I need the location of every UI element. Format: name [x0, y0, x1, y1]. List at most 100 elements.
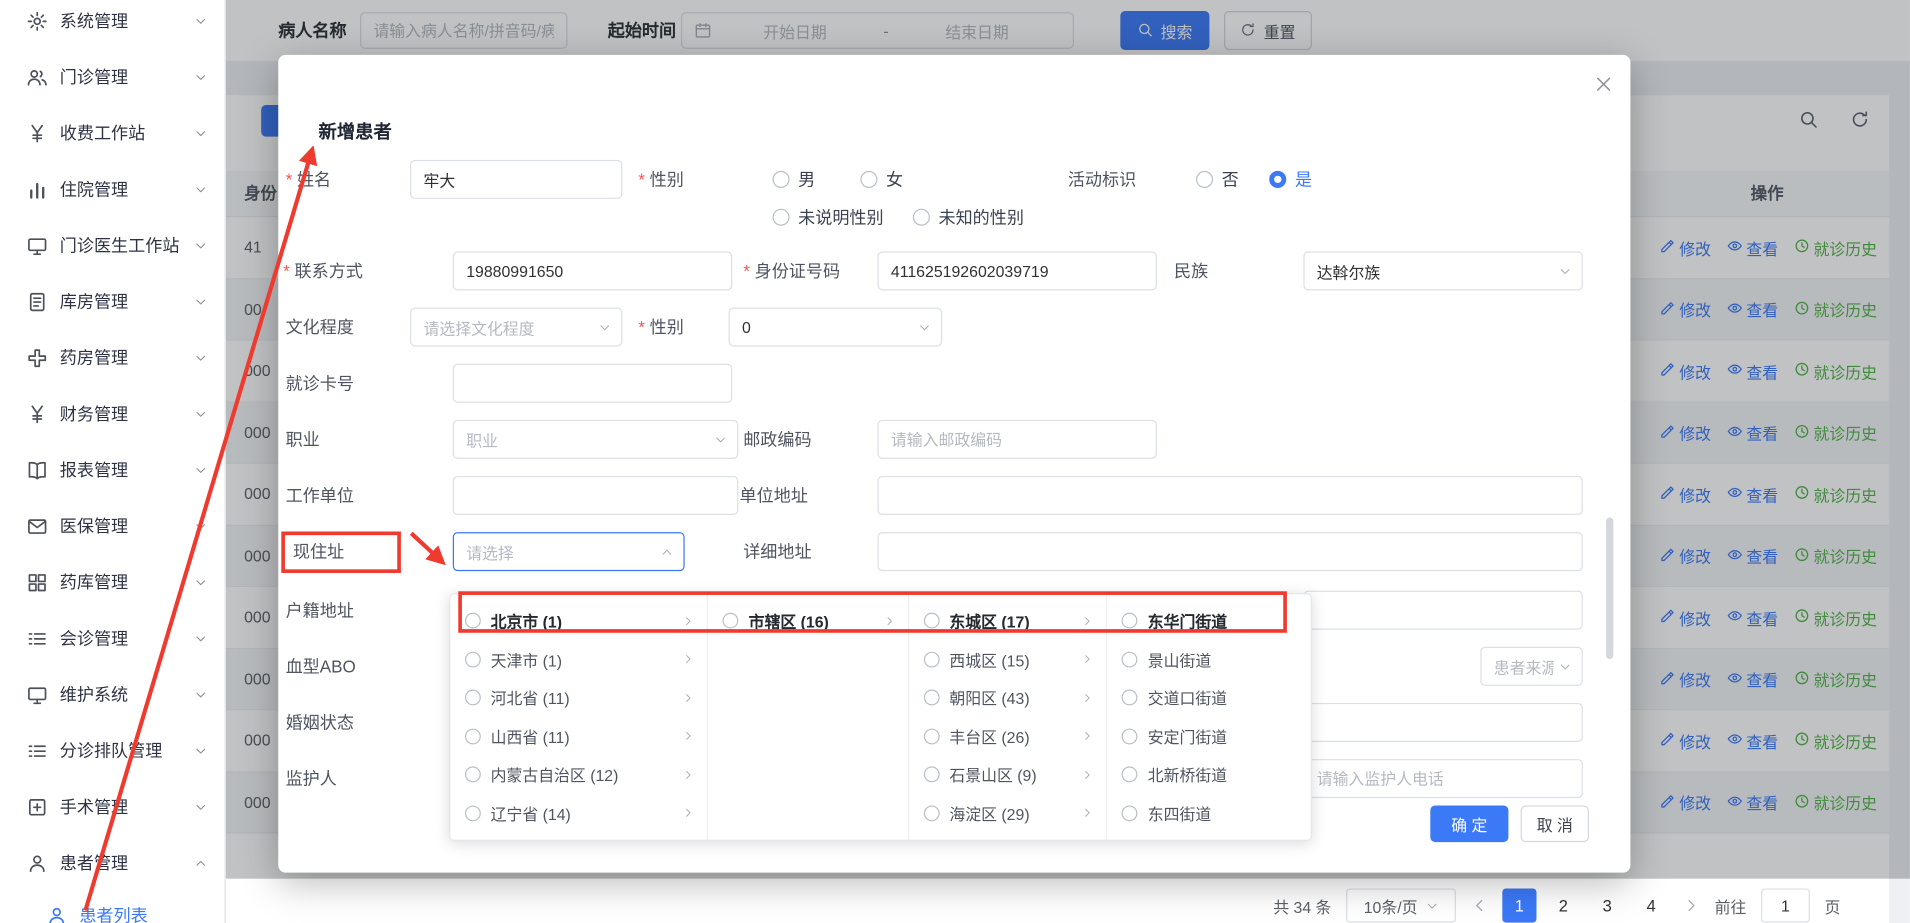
cascader-option[interactable]: 北新桥街道: [1107, 755, 1310, 793]
cascader-option[interactable]: 内蒙古自治区 (12): [450, 755, 707, 793]
radio-icon[interactable]: [1122, 651, 1138, 667]
radio-icon[interactable]: [465, 690, 481, 706]
radio-active-no[interactable]: 否: [1196, 160, 1239, 199]
cascader-option[interactable]: 海淀区 (29): [909, 794, 1106, 832]
square-icon: [27, 796, 48, 817]
ethnicity-select[interactable]: 达斡尔族: [1303, 251, 1582, 290]
sidebar-item-9[interactable]: 医保管理: [0, 498, 225, 554]
chevron-down-icon: [194, 575, 207, 588]
unit-address-input[interactable]: [877, 476, 1582, 515]
cascader-option[interactable]: 辽宁省 (14): [450, 794, 707, 832]
sidebar-item-1[interactable]: 门诊管理: [0, 49, 225, 105]
sidebar-item-3[interactable]: 住院管理: [0, 161, 225, 217]
marital-right-input[interactable]: [1303, 703, 1582, 742]
cascader-option[interactable]: 朝阳区 (43): [909, 679, 1106, 717]
id-number-input[interactable]: [877, 251, 1156, 290]
radio-icon[interactable]: [465, 651, 481, 667]
page-button-1[interactable]: 1: [1502, 888, 1536, 922]
current-address-cascader[interactable]: 请选择: [453, 532, 685, 571]
chevron-down-icon: [194, 126, 207, 139]
sidebar-item-14[interactable]: 手术管理: [0, 779, 225, 835]
chevron-down-icon: [918, 320, 931, 333]
sidebar-item-11[interactable]: 会诊管理: [0, 610, 225, 666]
radio-icon[interactable]: [1122, 728, 1138, 744]
sidebar-item-0[interactable]: 系统管理: [0, 0, 225, 49]
radio-icon[interactable]: [1122, 690, 1138, 706]
detail-address-input[interactable]: [877, 532, 1582, 571]
sidebar-item-10[interactable]: 药库管理: [0, 554, 225, 610]
work-unit-label: 工作单位: [286, 476, 354, 515]
confirm-button[interactable]: 确 定: [1430, 805, 1508, 842]
cancel-button[interactable]: 取 消: [1521, 805, 1589, 842]
cascader-option[interactable]: 天津市 (1): [450, 640, 707, 678]
cascader-option[interactable]: 河北省 (11): [450, 679, 707, 717]
chevron-right-icon: [683, 615, 695, 627]
sidebar-item-12[interactable]: 维护系统: [0, 666, 225, 722]
sidebar-item-4[interactable]: 门诊医生工作站: [0, 217, 225, 273]
sidebar-item-5[interactable]: 库房管理: [0, 273, 225, 329]
cascader-option[interactable]: 石景山区 (9): [909, 755, 1106, 793]
radio-icon[interactable]: [924, 651, 940, 667]
visit-card-input[interactable]: [453, 364, 732, 403]
page-button-3[interactable]: 3: [1590, 888, 1624, 922]
cascader-option[interactable]: 丰台区 (26): [909, 717, 1106, 755]
radio-icon[interactable]: [465, 728, 481, 744]
radio-icon[interactable]: [924, 767, 940, 783]
cascader-option[interactable]: 山西省 (11): [450, 717, 707, 755]
cascader-option[interactable]: 安定门街道: [1107, 717, 1310, 755]
sidebar-item-6[interactable]: 药房管理: [0, 330, 225, 386]
cascader-option[interactable]: 东四街道: [1107, 794, 1310, 832]
cascader-option[interactable]: 交道口街道: [1107, 679, 1310, 717]
cascader-option[interactable]: 景山街道: [1107, 640, 1310, 678]
name-input[interactable]: [410, 160, 622, 199]
cascader-option[interactable]: 东城区 (17): [909, 602, 1106, 640]
radio-icon[interactable]: [465, 805, 481, 821]
radio-male[interactable]: 男: [773, 160, 816, 199]
radio-icon[interactable]: [465, 613, 481, 629]
page-size-select[interactable]: 10条/页: [1346, 888, 1456, 922]
cascader-option[interactable]: 市辖区 (16): [708, 602, 908, 640]
radio-icon[interactable]: [723, 613, 739, 629]
radio-icon[interactable]: [1122, 805, 1138, 821]
radio-active-yes[interactable]: 是: [1269, 160, 1312, 199]
patient-source-select[interactable]: 患者来源: [1480, 647, 1583, 686]
radio-icon[interactable]: [1122, 767, 1138, 783]
sidebar-item-7[interactable]: 财务管理: [0, 386, 225, 442]
postal-code-input[interactable]: [877, 420, 1156, 459]
radio-icon[interactable]: [465, 767, 481, 783]
work-unit-input[interactable]: [453, 476, 739, 515]
chevron-down-icon: [1558, 264, 1571, 277]
sidebar-item-15[interactable]: 患者管理: [0, 835, 225, 891]
close-icon[interactable]: [1594, 74, 1614, 94]
cascader-column-3: 东华门街道景山街道交道口街道安定门街道北新桥街道东四街道: [1107, 594, 1310, 839]
radio-icon[interactable]: [1122, 613, 1138, 629]
cascader-option[interactable]: 北京市 (1): [450, 602, 707, 640]
monitor-icon: [27, 235, 48, 256]
education-label: 文化程度: [286, 308, 354, 347]
radio-icon[interactable]: [924, 690, 940, 706]
radio-gender-unspecified[interactable]: 未说明性别: [773, 198, 884, 237]
radio-icon[interactable]: [924, 805, 940, 821]
next-page-icon[interactable]: [1683, 897, 1700, 914]
sidebar-item-8[interactable]: 报表管理: [0, 442, 225, 498]
education-select[interactable]: 请选择文化程度: [410, 308, 622, 347]
contact-input[interactable]: [453, 251, 732, 290]
cascader-option[interactable]: 西城区 (15): [909, 640, 1106, 678]
occupation-select[interactable]: 职业: [453, 420, 739, 459]
goto-page-input[interactable]: [1761, 888, 1810, 922]
radio-female[interactable]: 女: [860, 160, 903, 199]
page-button-2[interactable]: 2: [1546, 888, 1580, 922]
sidebar-item-2[interactable]: 收费工作站: [0, 105, 225, 161]
household-right-input[interactable]: [1303, 591, 1582, 630]
guardian-phone-input[interactable]: [1303, 759, 1582, 798]
radio-gender-unknown[interactable]: 未知的性别: [913, 198, 1024, 237]
radio-icon[interactable]: [924, 613, 940, 629]
modal-scrollbar[interactable]: [1606, 517, 1613, 659]
sidebar-item-patient-list[interactable]: 患者列表: [0, 891, 225, 923]
gender2-select[interactable]: 0: [729, 308, 943, 347]
sidebar-item-13[interactable]: 分诊排队管理: [0, 722, 225, 778]
radio-icon[interactable]: [924, 728, 940, 744]
cascader-option[interactable]: 东华门街道: [1107, 602, 1310, 640]
page-button-4[interactable]: 4: [1634, 888, 1668, 922]
prev-page-icon[interactable]: [1471, 897, 1488, 914]
